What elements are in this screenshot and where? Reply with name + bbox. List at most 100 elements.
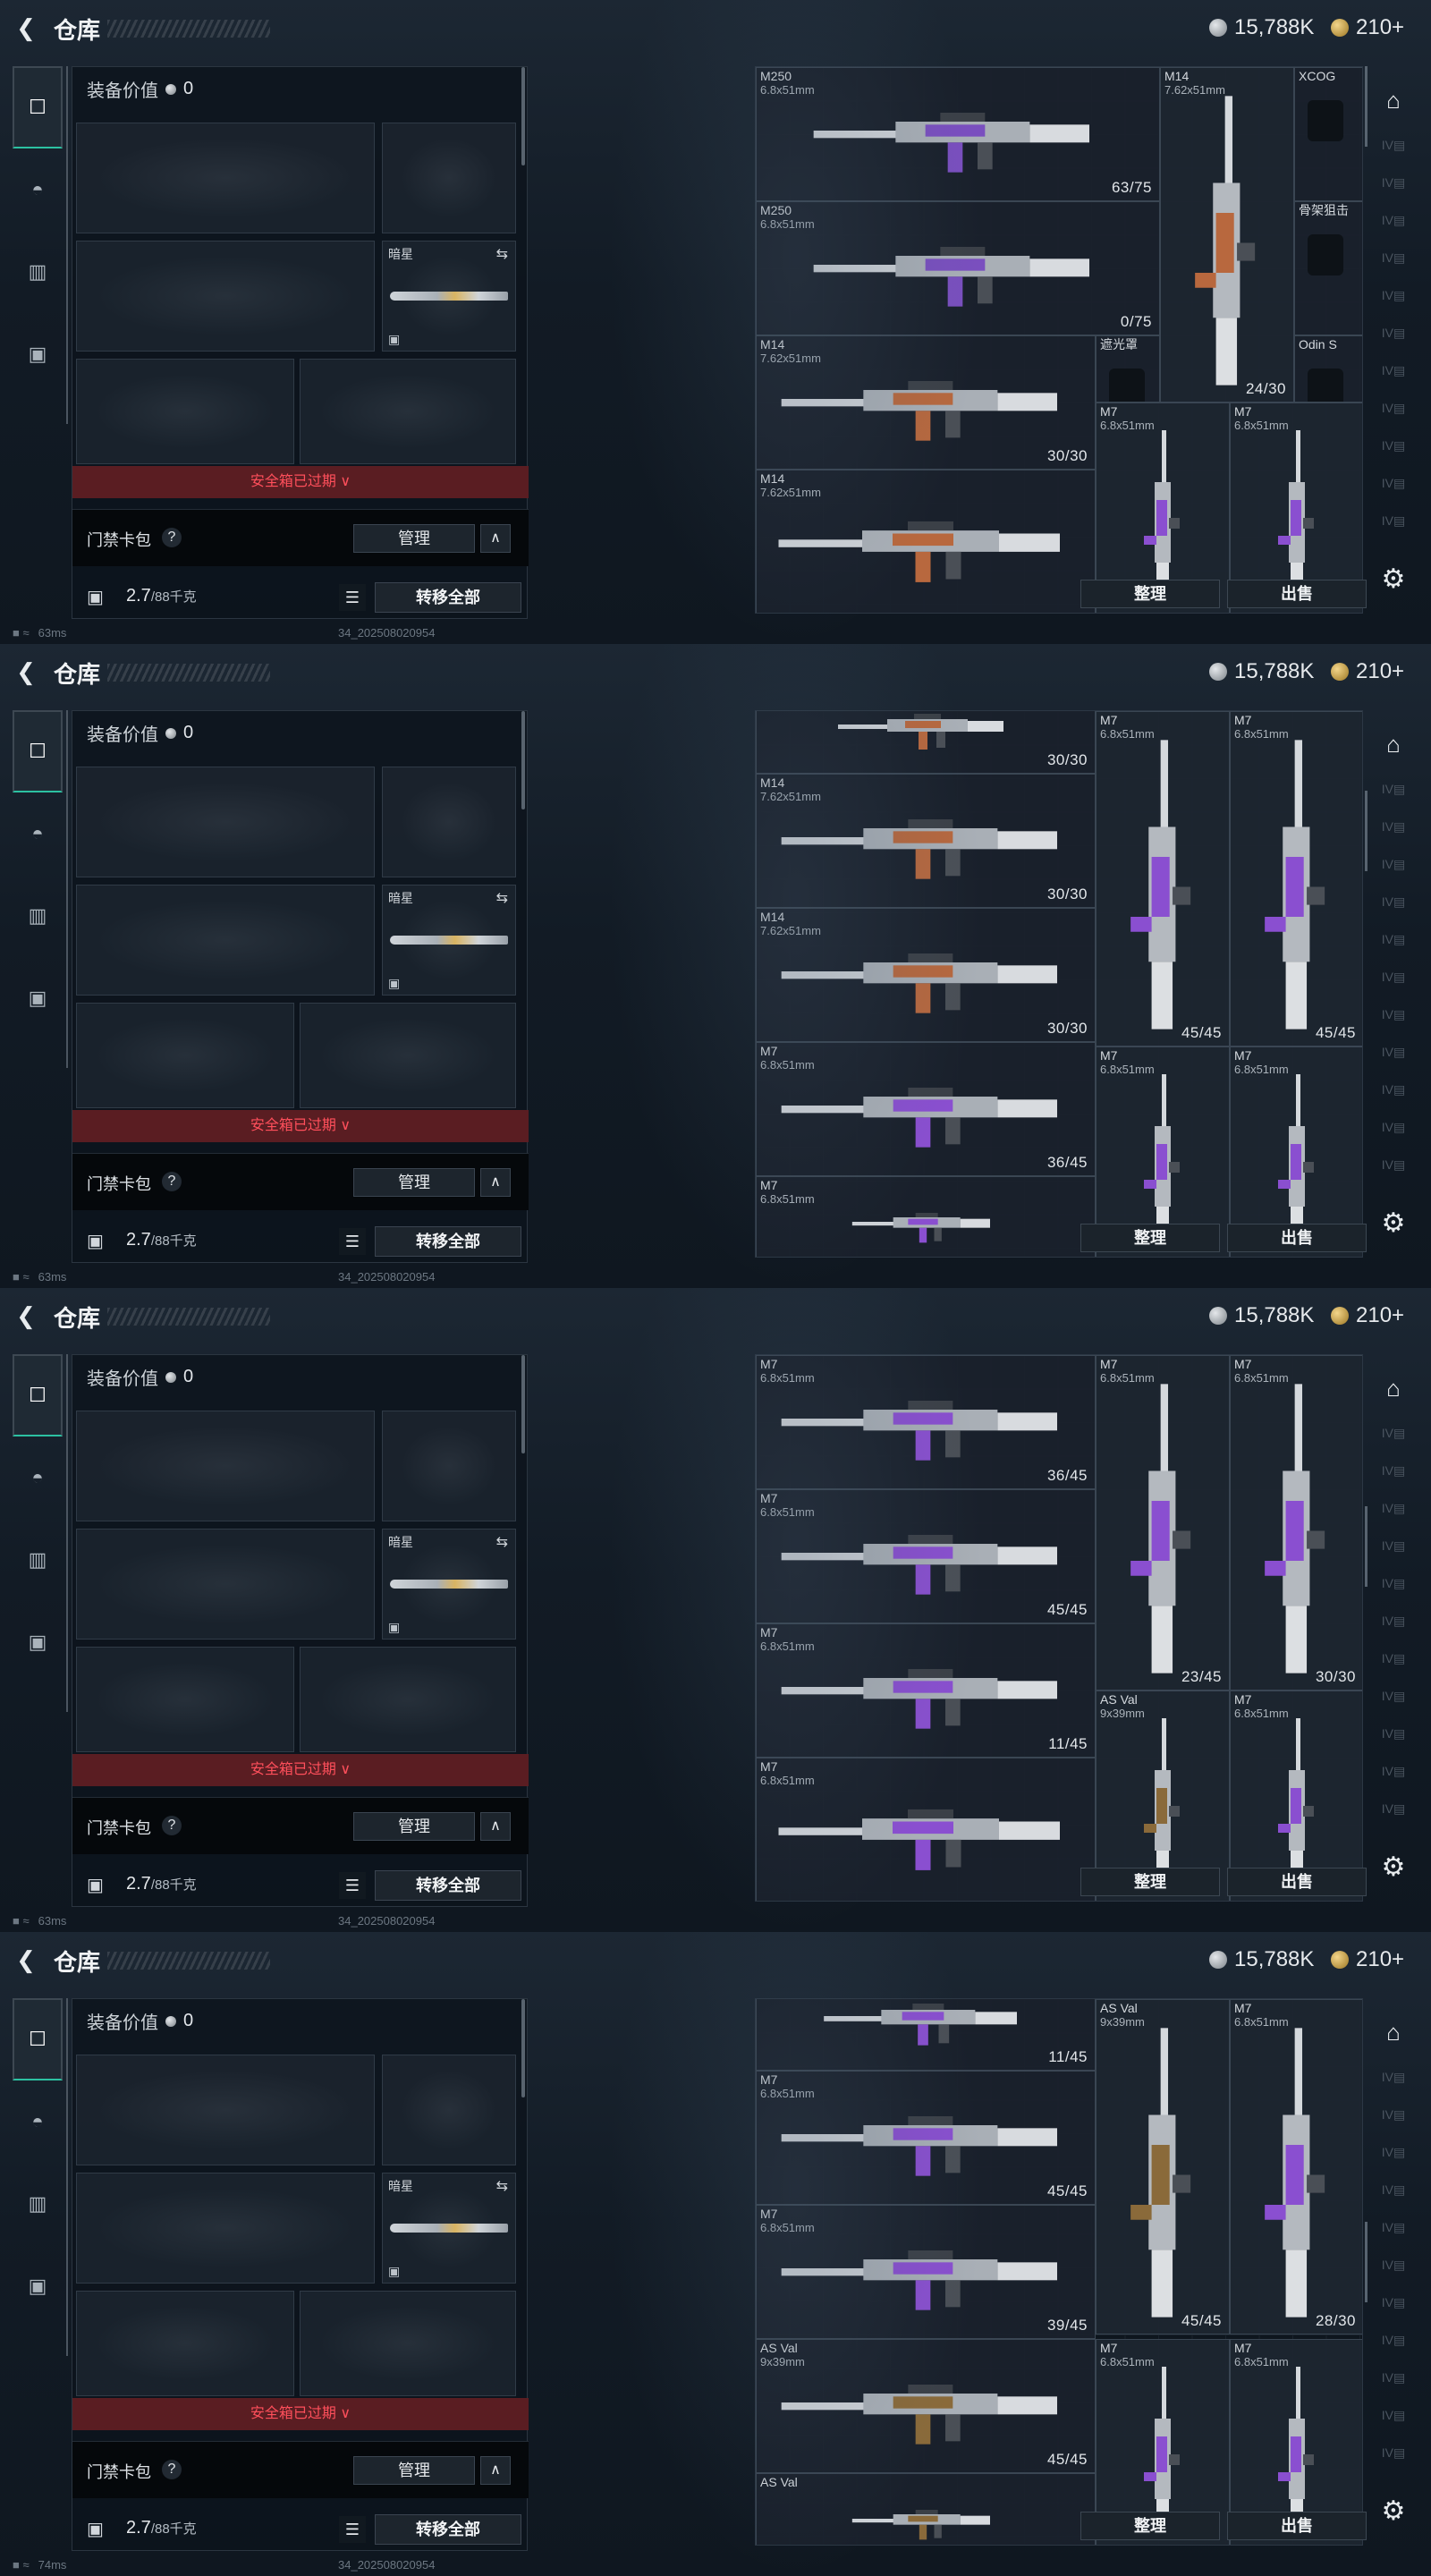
manage-button[interactable]: 管理 — [353, 1168, 475, 1197]
grid-scrollbar[interactable] — [1365, 791, 1367, 871]
storage-tab-icon[interactable]: IV▤ — [1379, 363, 1408, 390]
primary-weapon-slot[interactable] — [76, 767, 375, 877]
storage-tab-icon[interactable]: IV▤ — [1379, 932, 1408, 959]
storage-tab-icon[interactable]: IV▤ — [1379, 1007, 1408, 1034]
storage-tab-icon[interactable]: IV▤ — [1379, 326, 1408, 352]
help-icon[interactable]: ? — [162, 1172, 182, 1191]
melee-slot[interactable]: 暗星 ⇆ ▣ — [382, 885, 516, 996]
helmet-slot[interactable] — [76, 1003, 294, 1108]
storage-tab-icon[interactable]: IV▤ — [1379, 1651, 1408, 1678]
back-arrow-icon[interactable]: ❮ — [13, 1302, 39, 1329]
weapon-item[interactable]: M250 6.8x51mm 0/75 — [756, 201, 1160, 335]
weapon-item[interactable]: 11/45 — [756, 1999, 1096, 2071]
loadout-scrollbar[interactable] — [521, 1999, 525, 2097]
list-view-icon[interactable]: ☰ — [339, 2516, 366, 2543]
category-tab-0[interactable]: ☐ — [13, 710, 63, 792]
list-view-icon[interactable]: ☰ — [339, 1872, 366, 1899]
category-tab-0[interactable]: ☐ — [13, 1998, 63, 2080]
gold-currency[interactable]: 210+ — [1331, 15, 1404, 40]
pistol-slot[interactable] — [382, 123, 516, 233]
weapon-item[interactable]: M14 7.62x51mm 30/30 — [756, 774, 1096, 908]
manage-button[interactable]: 管理 — [353, 1812, 475, 1841]
helmet-slot[interactable] — [76, 2291, 294, 2396]
weapon-item[interactable]: M250 6.8x51mm 63/75 — [756, 67, 1160, 201]
weapon-item[interactable]: M7 6.8x51mm 30/30 — [1230, 1355, 1362, 1690]
storage-tab-icon[interactable]: IV▤ — [1379, 2445, 1408, 2472]
armor-slot[interactable] — [300, 2291, 516, 2396]
armor-slot[interactable] — [300, 1003, 516, 1108]
gear-icon[interactable]: ⚙ — [1377, 1208, 1410, 1240]
storage-tab-icon[interactable]: IV▤ — [1379, 970, 1408, 996]
safebox-expired-banner[interactable]: 安全箱已过期 ∨ — [72, 1754, 529, 1786]
storage-tab-icon[interactable]: IV▤ — [1379, 1120, 1408, 1147]
primary-weapon-slot[interactable] — [76, 2055, 375, 2165]
warehouse-icon[interactable]: ⌂ — [1377, 2016, 1410, 2048]
melee-slot[interactable]: 暗星 ⇆ ▣ — [382, 2173, 516, 2284]
primary-weapon-slot[interactable] — [76, 123, 375, 233]
list-view-icon[interactable]: ☰ — [339, 1228, 366, 1255]
storage-tab-icon[interactable]: IV▤ — [1379, 476, 1408, 503]
pistol-slot[interactable] — [382, 1411, 516, 1521]
category-tab-2[interactable]: ▥ — [13, 1519, 63, 1601]
storage-tab-icon[interactable]: IV▤ — [1379, 2070, 1408, 2097]
warehouse-icon[interactable]: ⌂ — [1377, 728, 1410, 760]
gold-currency[interactable]: 210+ — [1331, 659, 1404, 684]
category-tab-0[interactable]: ☐ — [13, 1354, 63, 1436]
category-tab-1[interactable]: ◓ — [13, 1436, 63, 1519]
storage-tab-icon[interactable]: IV▤ — [1379, 782, 1408, 809]
category-tab-0[interactable]: ☐ — [13, 66, 63, 148]
warehouse-icon[interactable]: ⌂ — [1377, 84, 1410, 116]
storage-tab-icon[interactable]: IV▤ — [1379, 1764, 1408, 1791]
category-tab-2[interactable]: ▥ — [13, 2163, 63, 2245]
sort-button[interactable]: 整理 — [1080, 2512, 1220, 2540]
armor-slot[interactable] — [300, 1647, 516, 1752]
category-tab-2[interactable]: ▥ — [13, 231, 63, 313]
gear-icon[interactable]: ⚙ — [1377, 1852, 1410, 1884]
storage-tab-icon[interactable]: IV▤ — [1379, 819, 1408, 846]
sort-button[interactable]: 整理 — [1080, 580, 1220, 608]
sell-button[interactable]: 出售 — [1227, 1224, 1367, 1252]
chevron-up-icon[interactable]: ∧ — [480, 1812, 511, 1841]
storage-tab-icon[interactable]: IV▤ — [1379, 2295, 1408, 2322]
category-tab-3[interactable]: ▣ — [13, 2245, 63, 2327]
storage-tab-icon[interactable]: IV▤ — [1379, 513, 1408, 540]
transfer-all-button[interactable]: 转移全部 — [375, 1870, 521, 1901]
transfer-all-button[interactable]: 转移全部 — [375, 2514, 521, 2545]
swap-icon[interactable]: ⇆ — [496, 889, 508, 907]
storage-tab-icon[interactable]: IV▤ — [1379, 1538, 1408, 1565]
weapon-item[interactable]: M7 6.8x51mm 23/45 — [1096, 1355, 1230, 1690]
category-tab-3[interactable]: ▣ — [13, 1601, 63, 1683]
pistol-slot[interactable] — [382, 767, 516, 877]
melee-slot[interactable]: 暗星 ⇆ ▣ — [382, 1529, 516, 1640]
help-icon[interactable]: ? — [162, 1816, 182, 1835]
back-arrow-icon[interactable]: ❮ — [13, 658, 39, 685]
back-arrow-icon[interactable]: ❮ — [13, 14, 39, 41]
storage-tab-icon[interactable]: IV▤ — [1379, 1689, 1408, 1716]
chevron-up-icon[interactable]: ∧ — [480, 2456, 511, 2485]
weapon-item[interactable]: M7 6.8x51mm — [756, 1176, 1096, 1257]
storage-tab-icon[interactable]: IV▤ — [1379, 1726, 1408, 1753]
weapon-item[interactable]: AS Val 9x39mm 45/45 — [756, 2339, 1096, 2473]
chevron-up-icon[interactable]: ∧ — [480, 524, 511, 553]
storage-tab-icon[interactable]: IV▤ — [1379, 1157, 1408, 1184]
storage-tab-icon[interactable]: IV▤ — [1379, 1045, 1408, 1072]
primary-weapon-slot[interactable] — [76, 1411, 375, 1521]
secondary-weapon-slot[interactable] — [76, 2173, 375, 2284]
storage-tab-icon[interactable]: IV▤ — [1379, 250, 1408, 277]
weapon-item[interactable]: M7 6.8x51mm 45/45 — [756, 2071, 1096, 2205]
sell-button[interactable]: 出售 — [1227, 2512, 1367, 2540]
silver-currency[interactable]: 15,788K — [1209, 1947, 1314, 1972]
sell-button[interactable]: 出售 — [1227, 580, 1367, 608]
category-tab-1[interactable]: ◓ — [13, 148, 63, 231]
weapon-item[interactable]: M7 6.8x51mm — [756, 1758, 1096, 1901]
storage-tab-icon[interactable]: IV▤ — [1379, 2258, 1408, 2284]
weapon-item[interactable]: M7 6.8x51mm 45/45 — [1096, 711, 1230, 1046]
storage-tab-icon[interactable]: IV▤ — [1379, 213, 1408, 240]
silver-currency[interactable]: 15,788K — [1209, 15, 1314, 40]
safebox-expired-banner[interactable]: 安全箱已过期 ∨ — [72, 1110, 529, 1142]
swap-icon[interactable]: ⇆ — [496, 2177, 508, 2195]
grid-scrollbar[interactable] — [1365, 66, 1367, 147]
weapon-item[interactable]: 30/30 — [756, 711, 1096, 774]
attachment-item[interactable]: 遮光罩 — [1096, 335, 1160, 402]
weapon-item[interactable]: M14 7.62x51mm — [756, 470, 1096, 613]
